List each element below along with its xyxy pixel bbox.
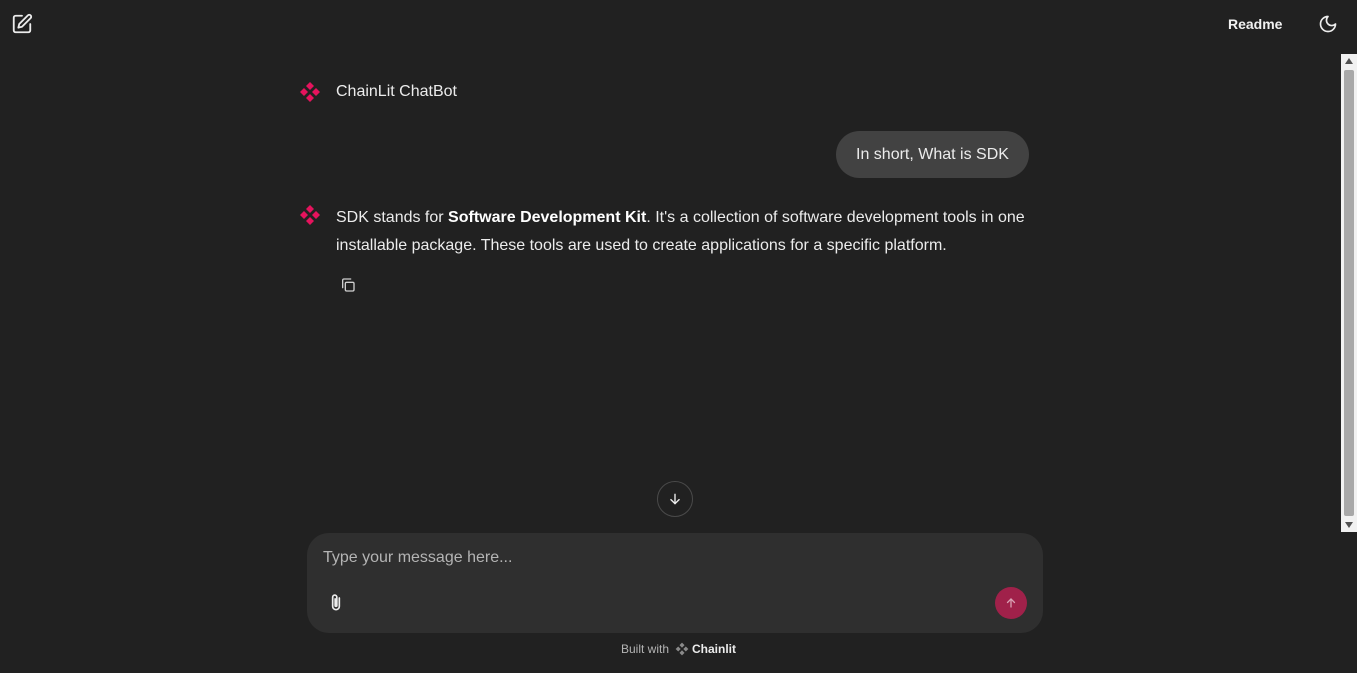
scrollbar-thumb[interactable] — [1344, 70, 1354, 516]
chainlit-footer-logo-icon — [675, 642, 689, 656]
readme-button[interactable]: Readme — [1228, 12, 1282, 36]
assistant-message-text: SDK stands for Software Development Kit.… — [336, 204, 1039, 260]
assistant-text-before: SDK stands for — [336, 209, 449, 226]
send-button[interactable] — [995, 587, 1027, 619]
copy-icon — [342, 278, 355, 292]
chainlit-link[interactable]: Chainlit — [692, 642, 736, 656]
scroll-down-arrow-icon[interactable] — [1341, 518, 1357, 532]
assistant-intro: ChainLit ChatBot — [299, 80, 457, 104]
chat-page: Readme ChainLit ChatBot In short, What i… — [0, 0, 1357, 673]
chainlit-logo-icon — [299, 204, 321, 226]
assistant-name: ChainLit ChatBot — [336, 83, 457, 100]
assistant-text-bold: Software Development Kit — [448, 209, 647, 226]
new-chat-button[interactable] — [10, 12, 34, 36]
scroll-up-arrow-icon[interactable] — [1341, 54, 1357, 68]
scroll-to-bottom-button[interactable] — [657, 481, 693, 517]
footer: Built with Chainlit — [0, 640, 1357, 658]
edit-square-icon — [12, 13, 33, 34]
attach-file-button[interactable] — [324, 591, 348, 615]
built-with-label: Built with — [620, 642, 670, 656]
chainlit-logo-icon — [299, 81, 321, 103]
arrow-up-icon — [1006, 598, 1016, 608]
message-composer — [307, 533, 1043, 633]
message-input[interactable] — [323, 545, 1023, 571]
user-message: In short, What is SDK — [836, 131, 1029, 178]
assistant-message: SDK stands for Software Development Kit.… — [299, 204, 1039, 260]
chat-scrollbar[interactable] — [1341, 54, 1357, 532]
theme-toggle-button[interactable] — [1316, 12, 1340, 36]
moon-icon — [1319, 15, 1337, 33]
arrow-down-icon — [670, 493, 680, 505]
paperclip-icon — [331, 594, 341, 611]
copy-message-button[interactable] — [338, 275, 358, 295]
